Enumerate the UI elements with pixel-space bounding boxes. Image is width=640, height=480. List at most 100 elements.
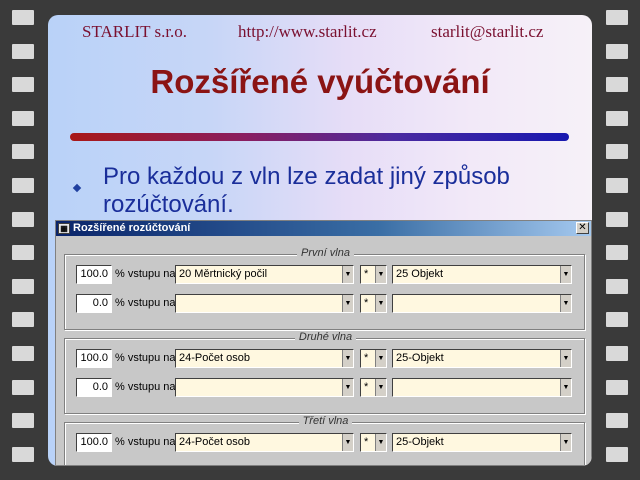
source-combo-value: 24-Počet osob [179, 436, 250, 448]
allocation-row: 0.0% vstupu na ▼ * ▼ ▼ [65, 378, 586, 397]
wave-group-label: Třetí vlna [65, 415, 586, 427]
filmstrip-hole [12, 379, 34, 395]
filmstrip-hole [12, 346, 34, 361]
target-combo-value: 25-Objekt [396, 436, 444, 448]
chevron-down-icon[interactable]: ▼ [375, 434, 386, 451]
source-combo[interactable]: 20 Měrtnický počil ▼ [175, 265, 354, 284]
filmstrip-hole [606, 346, 628, 361]
chevron-down-icon[interactable]: ▼ [560, 266, 571, 283]
wave-group: První vlna 100.0% vstupu na 20 Měrtnický p… [64, 247, 586, 330]
company-name: STARLIT s.r.o. [82, 22, 188, 41]
chevron-down-icon[interactable]: ▼ [560, 379, 571, 396]
filmstrip-hole [12, 278, 34, 294]
filmstrip-hole [606, 312, 628, 328]
filmstrip-hole [12, 110, 34, 126]
target-combo[interactable]: ▼ [392, 378, 572, 397]
filmstrip-right [606, 0, 628, 480]
target-combo[interactable]: ▼ [392, 294, 572, 313]
chevron-down-icon[interactable]: ▼ [560, 350, 571, 367]
operator-combo[interactable]: * ▼ [360, 349, 387, 368]
filmstrip-hole [12, 10, 34, 25]
operator-combo[interactable]: * ▼ [360, 378, 387, 397]
allocation-row: 100.0% vstupu na 24-Počet osob ▼ * ▼ 25-Objek… [65, 433, 586, 452]
dialog-window: ▦ Rozšířené rozúčtování ✕ První vlna 100.… [55, 220, 592, 466]
slide-title: Rozšířené vyúčtování [150, 63, 490, 100]
wave-group-label-text: První vlna [297, 247, 354, 259]
bullet-icon [72, 183, 82, 193]
source-combo[interactable]: 24-Počet osob ▼ [175, 433, 354, 452]
source-combo[interactable]: ▼ [175, 294, 354, 313]
bullet-text: Pro každou z vln lze zadat jiný způsob r… [103, 163, 510, 218]
percent-input[interactable]: 100.0 [76, 433, 112, 452]
operator-combo[interactable]: * ▼ [360, 294, 387, 313]
company-url[interactable]: http://www.starlit.cz [238, 22, 377, 42]
percent-input[interactable]: 0.0 [76, 294, 112, 313]
source-combo-value: 24-Počet osob [179, 352, 250, 364]
operator-combo-value: * [364, 436, 369, 448]
chevron-down-icon[interactable]: ▼ [342, 379, 353, 396]
percent-input[interactable]: 100.0 [76, 349, 112, 368]
app-icon[interactable]: ▦ [58, 223, 70, 234]
percent-label: % vstupu na [115, 381, 176, 393]
source-combo-value: 20 Měrtnický počil [179, 268, 268, 280]
filmstrip-hole [12, 245, 34, 261]
close-button[interactable]: ✕ [576, 222, 589, 234]
percent-input[interactable]: 0.0 [76, 378, 112, 397]
operator-combo-value: * [364, 352, 369, 364]
filmstrip-hole [12, 413, 34, 429]
company-email[interactable]: starlit@starlit.cz [431, 22, 543, 42]
operator-combo-value: * [364, 381, 369, 393]
chevron-down-icon[interactable]: ▼ [375, 295, 386, 312]
wave-group-label-text: Druhé vlna [294, 331, 357, 343]
chevron-down-icon[interactable]: ▼ [375, 266, 386, 283]
filmstrip-hole [606, 379, 628, 395]
slide: STARLIT s.r.o. http://www.starlit.cz sta… [48, 15, 592, 466]
filmstrip-hole [606, 178, 628, 193]
allocation-row: 100.0% vstupu na 20 Měrtnický počil ▼ * ▼ 25 … [65, 265, 586, 284]
chevron-down-icon[interactable]: ▼ [560, 434, 571, 451]
target-combo[interactable]: 25 Objekt ▼ [392, 265, 572, 284]
percent-label: % vstupu na [115, 352, 176, 364]
filmstrip-left [12, 0, 34, 480]
filmstrip-hole [606, 10, 628, 25]
chevron-down-icon[interactable]: ▼ [375, 350, 386, 367]
dialog-title: Rozšířené rozúčtování [73, 222, 191, 234]
filmstrip-hole [12, 43, 34, 59]
operator-combo[interactable]: * ▼ [360, 265, 387, 284]
slide-header: STARLIT s.r.o. http://www.starlit.cz sta… [48, 22, 592, 42]
chevron-down-icon[interactable]: ▼ [342, 350, 353, 367]
target-combo[interactable]: 25-Objekt ▼ [392, 433, 572, 452]
wave-group: Třetí vlna 100.0% vstupu na 24-Počet osob ▼… [64, 415, 586, 465]
source-combo[interactable]: ▼ [175, 378, 354, 397]
filmstrip-hole [606, 278, 628, 294]
filmstrip-hole [606, 144, 628, 160]
wave-group-label: Druhé vlna [65, 331, 586, 343]
percent-label: % vstupu na [115, 436, 176, 448]
filmstrip-hole [606, 245, 628, 261]
filmstrip-hole [12, 77, 34, 93]
filmstrip-hole [606, 77, 628, 93]
chevron-down-icon[interactable]: ▼ [560, 295, 571, 312]
operator-combo-value: * [364, 268, 369, 280]
chevron-down-icon[interactable]: ▼ [342, 266, 353, 283]
chevron-down-icon[interactable]: ▼ [342, 434, 353, 451]
filmstrip-hole [12, 446, 34, 462]
operator-combo[interactable]: * ▼ [360, 433, 387, 452]
percent-label: % vstupu na [115, 268, 176, 280]
filmstrip-hole [606, 211, 628, 227]
filmstrip-hole [12, 211, 34, 227]
chevron-down-icon[interactable]: ▼ [342, 295, 353, 312]
operator-combo-value: * [364, 297, 369, 309]
target-combo[interactable]: 25-Objekt ▼ [392, 349, 572, 368]
allocation-row: 100.0% vstupu na 24-Počet osob ▼ * ▼ 25-Objek… [65, 349, 586, 368]
filmstrip-hole [606, 43, 628, 59]
filmstrip-hole [12, 178, 34, 193]
filmstrip-hole [12, 144, 34, 160]
chevron-down-icon[interactable]: ▼ [375, 379, 386, 396]
target-combo-value: 25-Objekt [396, 352, 444, 364]
title-underline [70, 133, 569, 141]
wave-group-label: První vlna [65, 247, 586, 259]
percent-input[interactable]: 100.0 [76, 265, 112, 284]
dialog-titlebar[interactable]: ▦ Rozšířené rozúčtování ✕ [56, 221, 591, 236]
source-combo[interactable]: 24-Počet osob ▼ [175, 349, 354, 368]
